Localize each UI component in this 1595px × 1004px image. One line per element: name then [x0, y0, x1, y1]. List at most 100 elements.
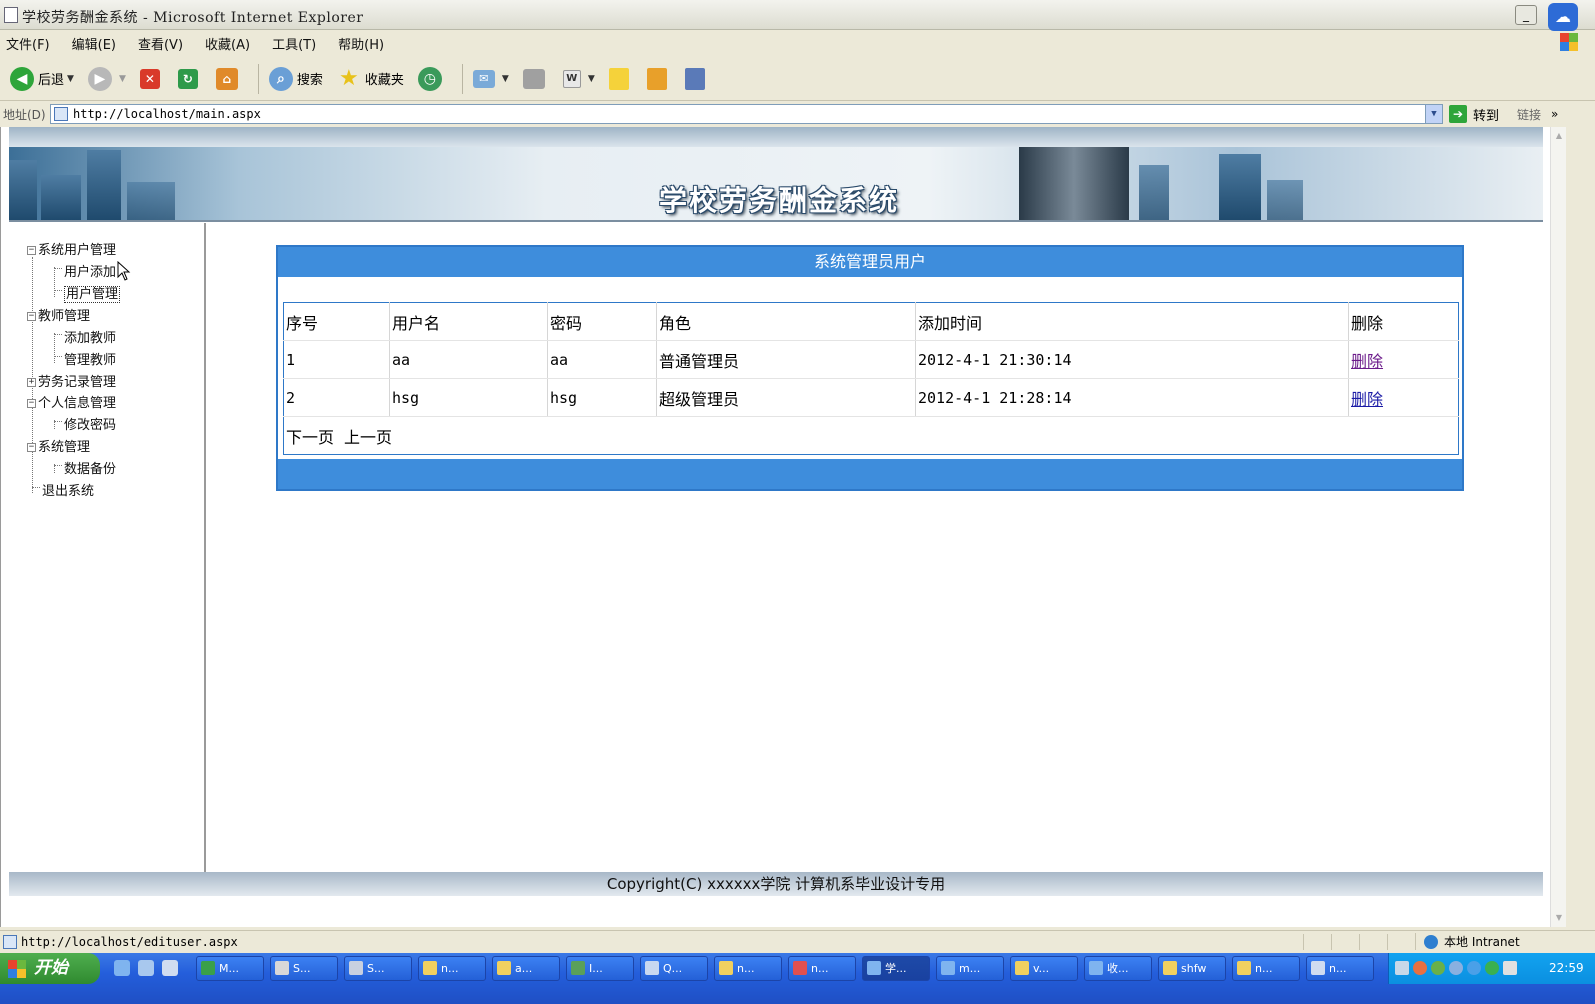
collapse-icon[interactable]: − [27, 443, 36, 452]
discuss-button[interactable] [605, 62, 637, 96]
cell-delete: 删除 [1348, 340, 1459, 379]
go-arrow-icon: ➔ [1449, 105, 1467, 123]
messenger-button[interactable] [681, 62, 713, 96]
chevron-left-icon[interactable] [1413, 961, 1427, 975]
folder-icon [1163, 961, 1177, 975]
globe-icon[interactable] [1467, 961, 1481, 975]
tree-item-logout[interactable]: 退出系统 [42, 480, 94, 499]
menu-tools[interactable]: 工具(T) [272, 34, 316, 53]
taskbar-item[interactable]: n... [788, 956, 856, 981]
taskbar-item[interactable]: S... [270, 956, 338, 981]
start-button[interactable]: 开始 [0, 953, 100, 984]
tree-item-system-users[interactable]: − 系统用户管理 [27, 239, 116, 258]
tree-item-data-backup[interactable]: 数据备份 [64, 458, 116, 477]
stop-button[interactable]: ✕ [136, 62, 168, 96]
home-button[interactable]: ⌂ [212, 62, 246, 96]
taskbar-item-active[interactable]: 学... [862, 956, 930, 981]
word-edit-icon: W [562, 69, 581, 88]
show-desktop-icon[interactable] [138, 960, 154, 976]
taskbar-item-label: 收... [1107, 962, 1129, 975]
sync-icon[interactable] [1485, 961, 1499, 975]
taskbar-item[interactable]: n... [1232, 956, 1300, 981]
menu-view[interactable]: 查看(V) [138, 34, 183, 53]
taskbar-item-label: n... [441, 962, 459, 975]
taskbar-item[interactable]: S... [344, 956, 412, 981]
back-label: 后退 [38, 73, 65, 88]
volume-icon[interactable] [1503, 961, 1517, 975]
menu-file[interactable]: 文件(F) [6, 34, 50, 53]
cloud-tool-icon[interactable]: ☁ [1548, 3, 1578, 31]
cell-role: 普通管理员 [656, 340, 916, 379]
print-button[interactable] [519, 62, 553, 96]
scroll-down-icon[interactable]: ▼ [1552, 911, 1566, 925]
edit-button[interactable]: W ▼ [559, 62, 599, 96]
collapse-icon[interactable]: − [27, 312, 36, 321]
taskbar-item[interactable]: I... [566, 956, 634, 981]
collapse-icon[interactable]: − [27, 246, 36, 255]
address-dropdown-icon[interactable]: ▼ [1425, 105, 1442, 123]
taskbar-item[interactable]: v... [1010, 956, 1078, 981]
research-button[interactable] [643, 62, 675, 96]
taskbar-item[interactable]: n... [418, 956, 486, 981]
tree-item-label: 教师管理 [38, 309, 91, 324]
edit-dropdown-icon[interactable]: ▼ [588, 74, 595, 84]
go-button[interactable]: ➔ 转到 [1449, 105, 1499, 124]
tree-line [54, 334, 62, 335]
tree-item-manage-teachers[interactable]: 管理教师 [64, 349, 116, 368]
delete-link[interactable]: 删除 [1351, 352, 1383, 371]
go-label: 转到 [1473, 108, 1500, 124]
network-icon[interactable] [1449, 961, 1463, 975]
tree-item-label: 劳务记录管理 [38, 375, 117, 390]
column-header: 角色 [656, 302, 916, 341]
column-header: 用户名 [389, 302, 548, 341]
tree-item-labor-records[interactable]: + 劳务记录管理 [27, 371, 116, 390]
taskbar-item-label: n... [1255, 962, 1273, 975]
taskbar-item[interactable]: a... [492, 956, 560, 981]
menu-favorites[interactable]: 收藏(A) [205, 34, 250, 53]
back-button[interactable]: ◀ 后退 ▼ [6, 62, 78, 96]
site-banner: 学校劳务酬金系统 [9, 127, 1543, 222]
favorites-label: 收藏夹 [364, 73, 404, 88]
mail-button[interactable]: ✉ ▼ [469, 62, 513, 96]
scroll-up-icon[interactable]: ▲ [1552, 129, 1566, 143]
links-button[interactable]: 链接 [1517, 106, 1541, 123]
media-quicklaunch-icon[interactable] [162, 960, 178, 976]
favorites-button[interactable]: ★ 收藏夹 [333, 62, 408, 96]
address-url: http://localhost/main.aspx [73, 107, 261, 121]
forward-button[interactable]: ▶ ▼ [84, 62, 130, 96]
minimize-button[interactable]: _ [1515, 5, 1537, 25]
menu-edit[interactable]: 编辑(E) [72, 34, 116, 53]
chevron-right-icon[interactable]: » [1551, 107, 1558, 121]
tree-item-teacher-management[interactable]: − 教师管理 [27, 305, 90, 324]
prev-page-link[interactable]: 上一页 [344, 428, 392, 447]
back-dropdown-icon[interactable]: ▼ [67, 74, 74, 84]
taskbar-item[interactable]: M... [196, 956, 264, 981]
tree-item-manage-users[interactable]: 用户管理 [64, 283, 121, 303]
taskbar-item[interactable]: Q... [640, 956, 708, 981]
keyboard-icon[interactable] [1395, 961, 1409, 975]
vertical-scrollbar[interactable]: ▲ ▼ [1550, 127, 1566, 927]
tree-item-system-management[interactable]: − 系统管理 [27, 436, 90, 455]
tree-item-personal-info[interactable]: − 个人信息管理 [27, 392, 116, 411]
search-button[interactable]: ⌕ 搜索 [265, 62, 327, 96]
ie-quicklaunch-icon[interactable] [114, 960, 130, 976]
tree-item-add-user[interactable]: 用户添加 [64, 261, 116, 280]
refresh-button[interactable]: ↻ [174, 62, 206, 96]
menu-help[interactable]: 帮助(H) [338, 34, 384, 53]
taskbar-item[interactable]: shfw [1158, 956, 1226, 981]
taskbar-item[interactable]: n... [1306, 956, 1374, 981]
next-page-link[interactable]: 下一页 [286, 428, 334, 447]
tree-item-change-password[interactable]: 修改密码 [64, 414, 116, 433]
taskbar-item[interactable]: n... [714, 956, 782, 981]
collapse-icon[interactable]: − [27, 399, 36, 408]
mail-dropdown-icon[interactable]: ▼ [502, 74, 509, 84]
expand-icon[interactable]: + [27, 378, 36, 387]
network-icon[interactable] [1431, 961, 1445, 975]
taskbar-item[interactable]: 收... [1084, 956, 1152, 981]
forward-dropdown-icon[interactable]: ▼ [119, 74, 126, 84]
tree-item-add-teacher[interactable]: 添加教师 [64, 327, 116, 346]
taskbar-item[interactable]: m... [936, 956, 1004, 981]
delete-link[interactable]: 删除 [1351, 390, 1383, 409]
history-button[interactable]: ◷ [414, 62, 450, 96]
address-input[interactable]: http://localhost/main.aspx ▼ [50, 104, 1443, 124]
